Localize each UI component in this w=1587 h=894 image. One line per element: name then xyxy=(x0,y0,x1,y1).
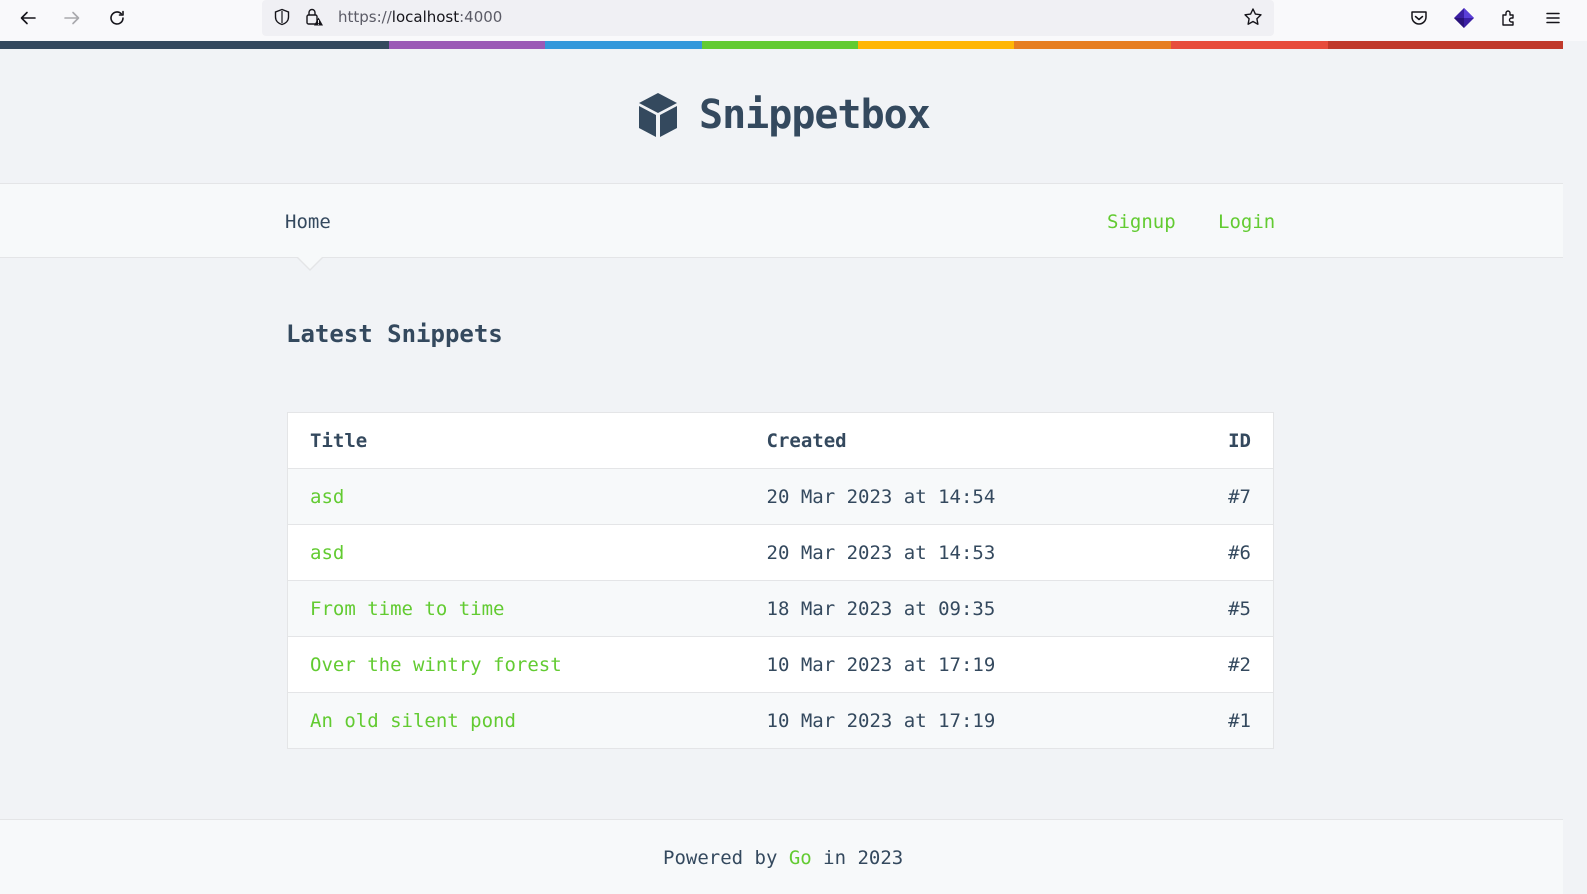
snippet-created-cell: 10 Mar 2023 at 17:19 xyxy=(744,636,1125,693)
shield-icon[interactable] xyxy=(270,5,294,29)
url-scheme: https:// xyxy=(338,8,392,26)
arrow-left-icon xyxy=(20,11,36,25)
rainbow-segment xyxy=(1171,41,1328,49)
snippets-table: Title Created ID asd 20 Mar 2023 at 14:5… xyxy=(287,412,1274,749)
site-nav: Home Signup Login xyxy=(0,184,1563,258)
snippet-created-cell: 20 Mar 2023 at 14:54 xyxy=(744,468,1125,525)
scrollbar-gutter xyxy=(1563,41,1587,894)
url-host: localhost xyxy=(391,8,460,26)
site-footer: Powered by Go in 2023 xyxy=(0,819,1563,894)
footer-prefix: Powered by xyxy=(663,847,789,869)
snippet-title-link[interactable]: An old silent pond xyxy=(310,710,516,732)
snippet-title-link[interactable]: From time to time xyxy=(310,598,504,620)
column-header-created: Created xyxy=(744,412,1125,469)
reload-icon xyxy=(110,10,124,25)
table-row: asd 20 Mar 2023 at 14:54 #7 xyxy=(287,468,1274,525)
snippet-title-link[interactable]: asd xyxy=(310,486,344,508)
table-row: Over the wintry forest 10 Mar 2023 at 17… xyxy=(287,636,1274,693)
snippet-created-cell: 18 Mar 2023 at 09:35 xyxy=(744,580,1125,637)
footer-go-link[interactable]: Go xyxy=(789,847,812,869)
rainbow-segment xyxy=(702,41,858,49)
footer-text: Powered by Go in 2023 xyxy=(663,847,903,869)
table-row: From time to time 18 Mar 2023 at 09:35 #… xyxy=(287,580,1274,637)
url-text[interactable]: https://localhost:4000 xyxy=(338,8,502,26)
column-header-title: Title xyxy=(287,412,745,469)
page-title: Latest Snippets xyxy=(286,320,503,348)
browser-toolbar: https://localhost:4000 xyxy=(0,0,1587,41)
back-button[interactable] xyxy=(13,3,43,33)
snippet-title-cell: asd xyxy=(287,524,745,581)
column-header-id: ID xyxy=(1124,412,1274,469)
lock-warning-icon[interactable] xyxy=(302,5,326,29)
snippet-title-cell: asd xyxy=(287,468,745,525)
url-port: :4000 xyxy=(459,8,503,26)
snippet-title-link[interactable]: asd xyxy=(310,542,344,564)
nav-signup-link[interactable]: Signup xyxy=(1107,211,1176,233)
site-header: Snippetbox xyxy=(0,49,1563,184)
nav-home-link[interactable]: Home xyxy=(285,211,331,233)
rainbow-segment xyxy=(858,41,1014,49)
snippet-id-cell: #5 xyxy=(1124,580,1274,637)
brand[interactable]: Snippetbox xyxy=(636,91,931,139)
rainbow-segment xyxy=(1328,41,1563,49)
nav-active-caret xyxy=(298,257,322,269)
forward-button[interactable] xyxy=(57,3,87,33)
extensions-puzzle-icon[interactable] xyxy=(1495,4,1523,32)
cube-icon xyxy=(639,93,677,137)
footer-suffix: in 2023 xyxy=(811,847,904,869)
snippet-id-cell: #2 xyxy=(1124,636,1274,693)
snippet-id-cell: #1 xyxy=(1124,692,1274,749)
snippet-title-cell: An old silent pond xyxy=(287,692,745,749)
snippet-id-cell: #7 xyxy=(1124,468,1274,525)
table-header-row: Title Created ID xyxy=(287,412,1274,469)
rainbow-segment xyxy=(389,41,545,49)
reload-button[interactable] xyxy=(102,3,132,33)
rainbow-segment xyxy=(0,41,389,49)
rainbow-segment xyxy=(1014,41,1171,49)
snippet-title-link[interactable]: Over the wintry forest xyxy=(310,654,562,676)
snippet-created-cell: 20 Mar 2023 at 14:53 xyxy=(744,524,1125,581)
table-row: An old silent pond 10 Mar 2023 at 17:19 … xyxy=(287,692,1274,749)
rainbow-segment xyxy=(545,41,702,49)
snippet-created-cell: 10 Mar 2023 at 17:19 xyxy=(744,692,1125,749)
snippet-title-cell: From time to time xyxy=(287,580,745,637)
pocket-icon[interactable] xyxy=(1405,4,1433,32)
snippet-title-cell: Over the wintry forest xyxy=(287,636,745,693)
rainbow-strip xyxy=(0,41,1563,49)
nav-login-link[interactable]: Login xyxy=(1218,211,1275,233)
extension-purple-icon[interactable] xyxy=(1450,4,1478,32)
url-bar[interactable]: https://localhost:4000 xyxy=(262,0,1274,36)
site-name-link[interactable]: Snippetbox xyxy=(699,92,931,138)
arrow-right-icon xyxy=(64,11,80,25)
star-icon[interactable] xyxy=(1241,5,1265,29)
snippet-id-cell: #6 xyxy=(1124,524,1274,581)
menu-icon[interactable] xyxy=(1539,4,1567,32)
table-row: asd 20 Mar 2023 at 14:53 #6 xyxy=(287,524,1274,581)
